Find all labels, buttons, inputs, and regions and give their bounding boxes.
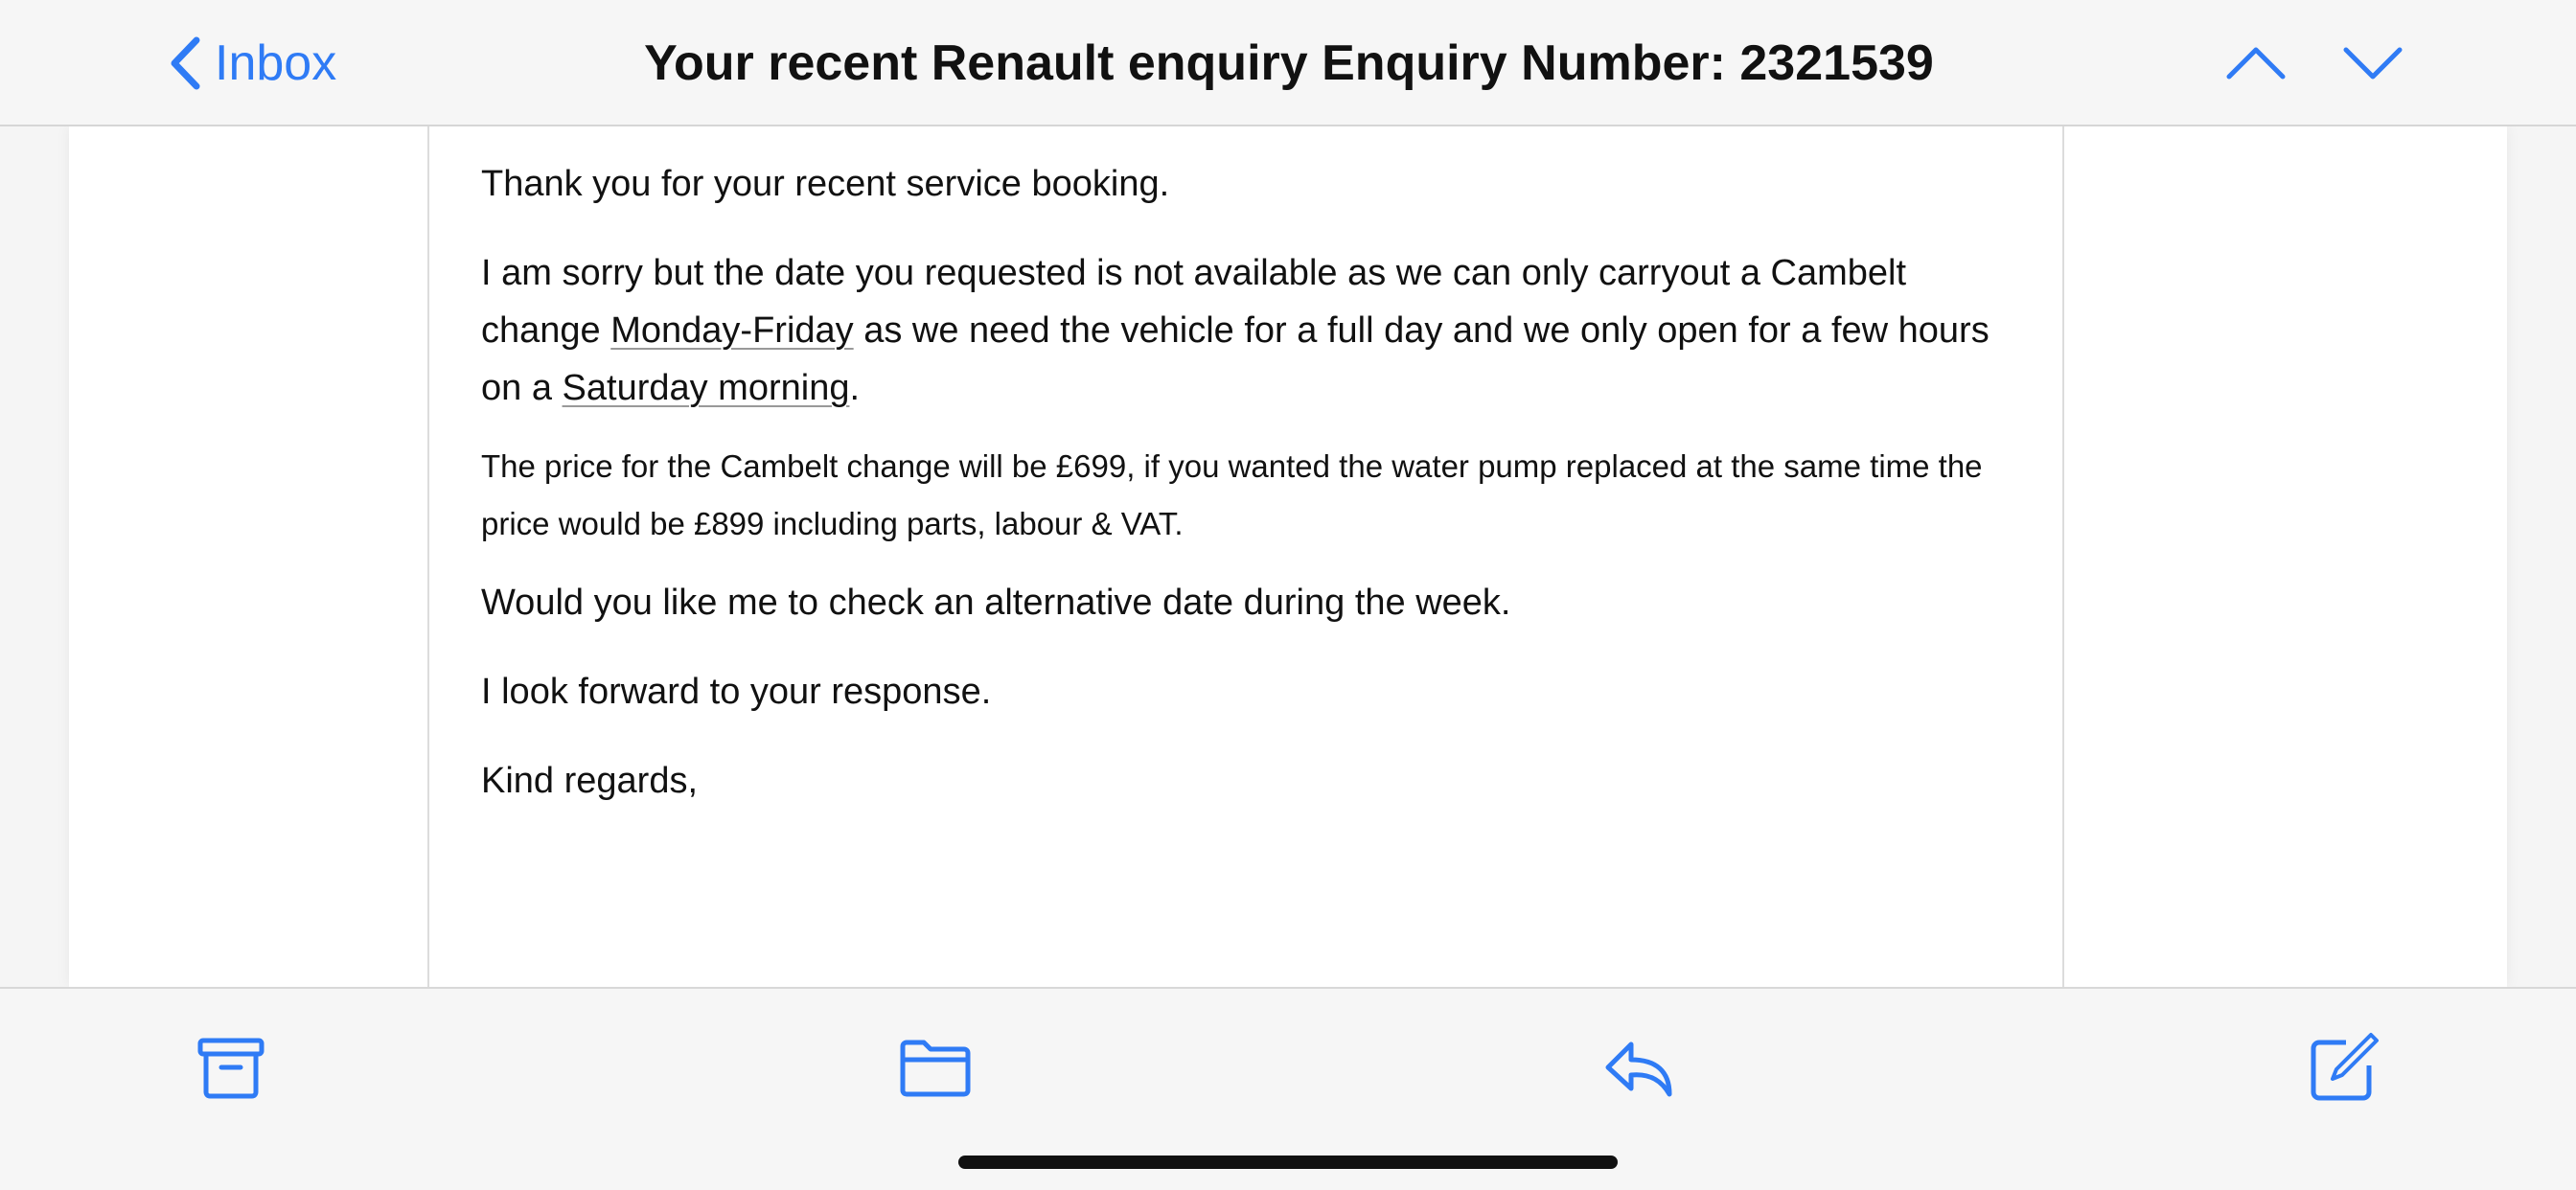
date-link-saturday-morning[interactable]: Saturday morning xyxy=(563,368,850,408)
email-paragraph-closing: I look forward to your response. xyxy=(481,672,992,712)
move-to-folder-button[interactable] xyxy=(897,1029,974,1106)
email-signoff: Kind regards, xyxy=(481,761,699,801)
chevron-left-icon xyxy=(169,35,201,91)
reply-button[interactable] xyxy=(1600,1029,1677,1106)
navigation-bar: Inbox Your recent Renault enquiry Enquir… xyxy=(0,0,2576,126)
home-indicator[interactable] xyxy=(958,1156,1618,1169)
compose-icon xyxy=(2304,1029,2380,1106)
email-paragraph-price: The price for the Cambelt change will be… xyxy=(481,448,1983,541)
email-body: Thank you for your recent service bookin… xyxy=(481,155,2014,810)
chevron-up-icon xyxy=(2225,38,2287,88)
reply-icon xyxy=(1600,1029,1677,1106)
previous-message-button[interactable] xyxy=(2225,38,2287,88)
email-text: . xyxy=(849,368,861,408)
compose-button[interactable] xyxy=(2304,1029,2380,1106)
message-sheet: Thank you for your recent service bookin… xyxy=(69,126,2507,987)
email-paragraph-availability: I am sorry but the date you requested is… xyxy=(481,244,2014,417)
date-link-monday-friday[interactable]: Monday-Friday xyxy=(610,310,853,351)
back-to-inbox-button[interactable]: Inbox xyxy=(169,33,336,94)
email-subject-title: Your recent Renault enquiry Enquiry Numb… xyxy=(644,35,1934,91)
archive-icon xyxy=(193,1029,269,1106)
folder-icon xyxy=(897,1029,974,1106)
email-body-column: Thank you for your recent service bookin… xyxy=(427,126,2064,987)
back-button-label: Inbox xyxy=(215,35,337,91)
message-content-area[interactable]: Thank you for your recent service bookin… xyxy=(0,126,2576,987)
email-paragraph-question: Would you like me to check an alternativ… xyxy=(481,583,1511,623)
archive-button[interactable] xyxy=(193,1029,269,1106)
email-paragraph-greeting: Thank you for your recent service bookin… xyxy=(481,164,1170,204)
next-message-button[interactable] xyxy=(2342,38,2404,88)
bottom-toolbar xyxy=(0,987,2576,1190)
chevron-down-icon xyxy=(2342,38,2404,88)
